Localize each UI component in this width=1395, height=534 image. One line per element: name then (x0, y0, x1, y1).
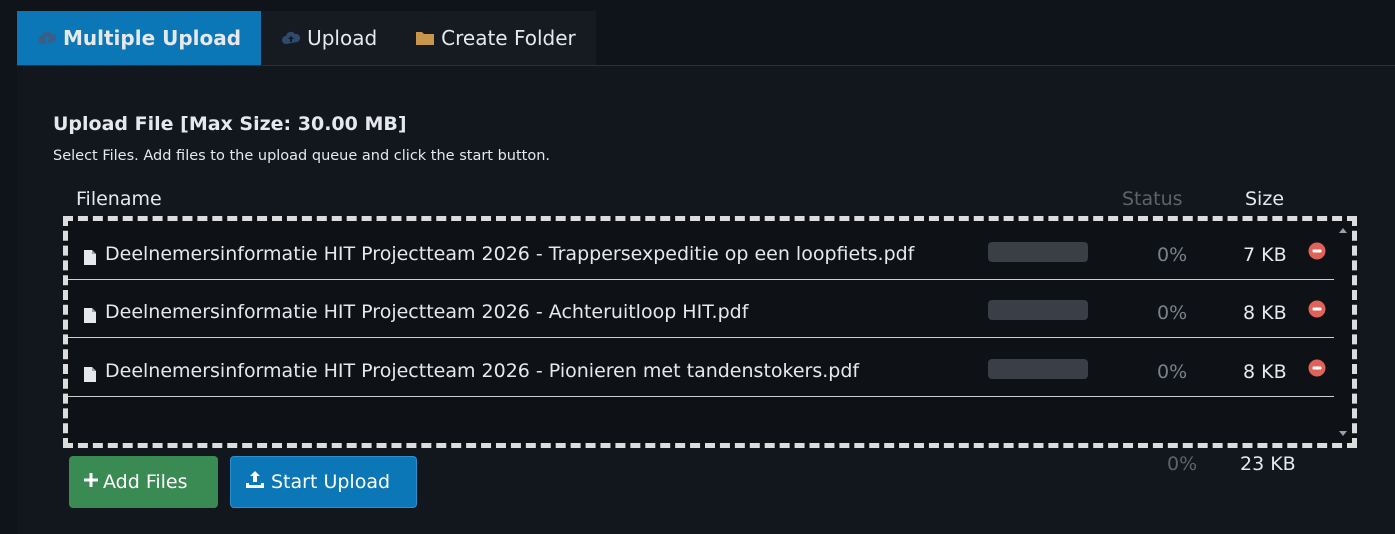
tab-multiple-upload[interactable]: Multiple Upload (17, 11, 262, 65)
file-size: 8 KB (1243, 361, 1287, 383)
remove-icon[interactable] (1308, 359, 1326, 381)
total-progress: 0% (1167, 453, 1198, 475)
file-row: Deelnemersinformatie HIT Projectteam 202… (68, 221, 1338, 280)
progress-bar (988, 300, 1088, 320)
tab-bar: Multiple Upload Upload Create Folder (17, 11, 596, 65)
file-icon (84, 367, 96, 386)
tab-label: Upload (307, 26, 378, 50)
scroll-up-arrow-icon[interactable] (1339, 228, 1347, 233)
total-size: 23 KB (1240, 453, 1296, 475)
tab-label: Create Folder (441, 26, 576, 50)
column-header-status: Status (1122, 188, 1183, 210)
folder-icon (415, 30, 435, 46)
cloud-upload-icon (37, 31, 57, 45)
progress-bar (988, 242, 1088, 262)
progress-bar (988, 359, 1088, 379)
remove-icon[interactable] (1308, 300, 1326, 322)
start-upload-label: Start Upload (271, 471, 391, 493)
file-row: Deelnemersinformatie HIT Projectteam 202… (68, 338, 1338, 397)
upload-title: Upload File [Max Size: 30.00 MB] (53, 113, 407, 135)
file-icon (84, 250, 96, 269)
progress-percent: 0% (1157, 361, 1188, 383)
upload-icon (245, 470, 265, 495)
progress-percent: 0% (1157, 244, 1188, 266)
file-name: Deelnemersinformatie HIT Projectteam 202… (105, 360, 860, 382)
scroll-down-arrow-icon[interactable] (1339, 431, 1347, 436)
file-name: Deelnemersinformatie HIT Projectteam 202… (105, 243, 915, 265)
file-icon (84, 308, 96, 327)
remove-icon[interactable] (1308, 242, 1326, 264)
cloud-upload-icon (281, 31, 301, 45)
file-size: 7 KB (1243, 244, 1287, 266)
add-files-label: Add Files (103, 471, 188, 493)
add-files-button[interactable]: Add Files (69, 456, 218, 508)
file-name: Deelnemersinformatie HIT Projectteam 202… (105, 301, 749, 323)
upload-subtitle: Select Files. Add files to the upload qu… (53, 148, 551, 164)
tab-label: Multiple Upload (63, 26, 242, 50)
plus-icon (83, 471, 99, 493)
upload-queue[interactable]: Deelnemersinformatie HIT Projectteam 202… (63, 216, 1357, 448)
queue-scrollbar[interactable] (1334, 221, 1352, 443)
column-header-size: Size (1245, 188, 1285, 210)
file-size: 8 KB (1243, 302, 1287, 324)
start-upload-button[interactable]: Start Upload (230, 456, 417, 508)
tab-create-folder[interactable]: Create Folder (395, 11, 596, 65)
progress-percent: 0% (1157, 302, 1188, 324)
tab-upload[interactable]: Upload (261, 11, 395, 65)
column-header-filename: Filename (76, 188, 162, 210)
file-row: Deelnemersinformatie HIT Projectteam 202… (68, 279, 1338, 338)
